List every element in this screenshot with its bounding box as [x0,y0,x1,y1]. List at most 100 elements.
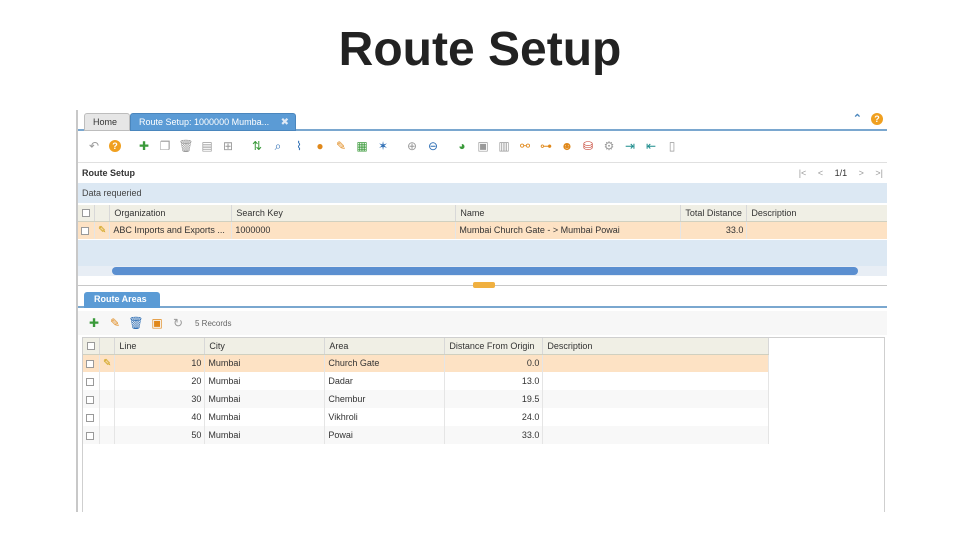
table-row[interactable]: 50 Mumbai Powai 33.0 [83,426,769,444]
tab-route-setup[interactable]: Route Setup: 1000000 Mumba... ✖ [130,113,296,131]
cell-line[interactable]: 10 [114,354,206,372]
col-search-key[interactable]: Search Key [231,205,457,222]
cell-description[interactable] [542,390,769,408]
row-checkbox[interactable] [83,390,100,408]
row-checkbox[interactable] [78,221,95,239]
edit-row-icon[interactable]: ✎ [107,315,123,331]
delete-row-icon[interactable]: 🗑 [128,315,144,331]
select-all-checkbox[interactable] [78,205,95,222]
refresh-icon[interactable]: ⇅ [249,138,265,154]
edit-pencil-icon[interactable]: ✎ [99,354,116,372]
attachment-icon[interactable]: ⌇ [291,138,307,154]
request-icon[interactable]: ⛁ [580,138,596,154]
col-description[interactable]: Description [542,338,769,355]
print-icon[interactable]: ▥ [496,138,512,154]
cell-city[interactable]: Mumbai [204,408,326,426]
cell-organization[interactable]: ABC Imports and Exports ... [109,221,233,239]
row-checkbox[interactable] [83,372,100,390]
detail-record-icon[interactable]: ⊖ [425,138,441,154]
table-row[interactable]: 30 Mumbai Chembur 19.5 [83,390,769,408]
export-icon[interactable]: ⇥ [622,138,638,154]
col-name[interactable]: Name [455,205,682,222]
cell-distance[interactable]: 0.0 [444,354,544,372]
zoom-across-icon[interactable]: ⚯ [517,138,533,154]
report-icon[interactable]: ✎ [333,138,349,154]
cell-distance[interactable]: 19.5 [444,390,544,408]
cell-line[interactable]: 40 [114,408,206,426]
col-city[interactable]: City [204,338,326,355]
table-row[interactable]: ✎ 10 Mumbai Church Gate 0.0 [83,354,769,372]
first-page-icon[interactable]: |< [799,168,807,178]
cell-city[interactable]: Mumbai [204,426,326,444]
delete-record-icon[interactable]: 🗑 [178,138,194,154]
undo-icon[interactable]: ↶ [86,138,102,154]
cell-distance[interactable]: 33.0 [444,426,544,444]
row-checkbox[interactable] [83,408,100,426]
cell-area[interactable]: Vikhroli [324,408,446,426]
cell-name[interactable]: Mumbai Church Gate - > Mumbai Powai [455,221,682,239]
edit-pencil-icon[interactable]: ✎ [94,221,111,239]
cell-area[interactable]: Dadar [324,372,446,390]
col-total-distance[interactable]: Total Distance [680,205,748,222]
cell-line[interactable]: 50 [114,426,206,444]
cell-description[interactable] [542,426,769,444]
import-icon[interactable]: ⇤ [643,138,659,154]
table-row[interactable]: 40 Mumbai Vikhroli 24.0 [83,408,769,426]
row-checkbox[interactable] [83,426,100,444]
save-new-icon[interactable]: ⊞ [220,138,236,154]
cell-description[interactable] [542,408,769,426]
cell-description[interactable] [542,372,769,390]
chat-icon[interactable]: ● [312,138,328,154]
cell-total-distance[interactable]: 33.0 [680,221,748,239]
horizontal-scrollbar[interactable] [112,267,858,275]
cell-search-key[interactable]: 1000000 [231,221,457,239]
cell-description[interactable] [746,221,887,239]
cell-description[interactable] [542,354,769,372]
new-record-icon[interactable]: ✚ [136,138,152,154]
last-page-icon[interactable]: >| [875,168,883,178]
col-area[interactable]: Area [324,338,446,355]
col-line[interactable]: Line [114,338,206,355]
col-description[interactable]: Description [746,205,887,222]
help-toolbar-icon[interactable]: ? [107,138,123,154]
cell-line[interactable]: 20 [114,372,206,390]
cell-city[interactable]: Mumbai [204,354,326,372]
copy-record-icon[interactable]: ❐ [157,138,173,154]
prev-page-icon[interactable]: < [818,168,823,178]
col-distance-from-origin[interactable]: Distance From Origin [444,338,544,355]
cell-area[interactable]: Church Gate [324,354,446,372]
col-organization[interactable]: Organization [109,205,233,222]
search-icon[interactable]: ⌕ [270,138,286,154]
table-row[interactable]: ✎ ABC Imports and Exports ... 1000000 Mu… [78,221,887,239]
add-row-icon[interactable]: ✚ [86,315,102,331]
splitter-handle[interactable] [473,282,495,288]
close-tab-icon[interactable]: ✖ [281,114,289,131]
chart-icon[interactable]: ◕ [454,138,470,154]
cell-line[interactable]: 30 [114,390,206,408]
select-all-checkbox[interactable] [83,338,100,355]
next-page-icon[interactable]: > [859,168,864,178]
tab-home[interactable]: Home [84,113,130,131]
grid-toggle-icon[interactable]: ▦ [354,138,370,154]
workflow-icon[interactable]: ⊶ [538,138,554,154]
table-row[interactable]: 20 Mumbai Dadar 13.0 [83,372,769,390]
parent-record-icon[interactable]: ⊕ [404,138,420,154]
cell-distance[interactable]: 24.0 [444,408,544,426]
archive-icon[interactable]: ▣ [475,138,491,154]
row-checkbox[interactable] [83,354,100,372]
document-icon[interactable]: ▯ [664,138,680,154]
settings-icon[interactable]: ⚙ [601,138,617,154]
collapse-up-icon[interactable]: ⌃ [853,113,862,125]
cell-area[interactable]: Chembur [324,390,446,408]
cell-city[interactable]: Mumbai [204,390,326,408]
save-icon[interactable]: ▤ [199,138,215,154]
cell-distance[interactable]: 13.0 [444,372,544,390]
refresh-row-icon[interactable]: ↻ [170,315,186,331]
tab-route-areas[interactable]: Route Areas [84,292,160,308]
users-icon[interactable]: ☻ [559,138,575,154]
save-row-icon[interactable]: ▣ [149,315,165,331]
wizard-icon[interactable]: ✶ [375,138,391,154]
cell-area[interactable]: Powai [324,426,446,444]
cell-city[interactable]: Mumbai [204,372,326,390]
help-icon[interactable]: ? [871,113,883,125]
